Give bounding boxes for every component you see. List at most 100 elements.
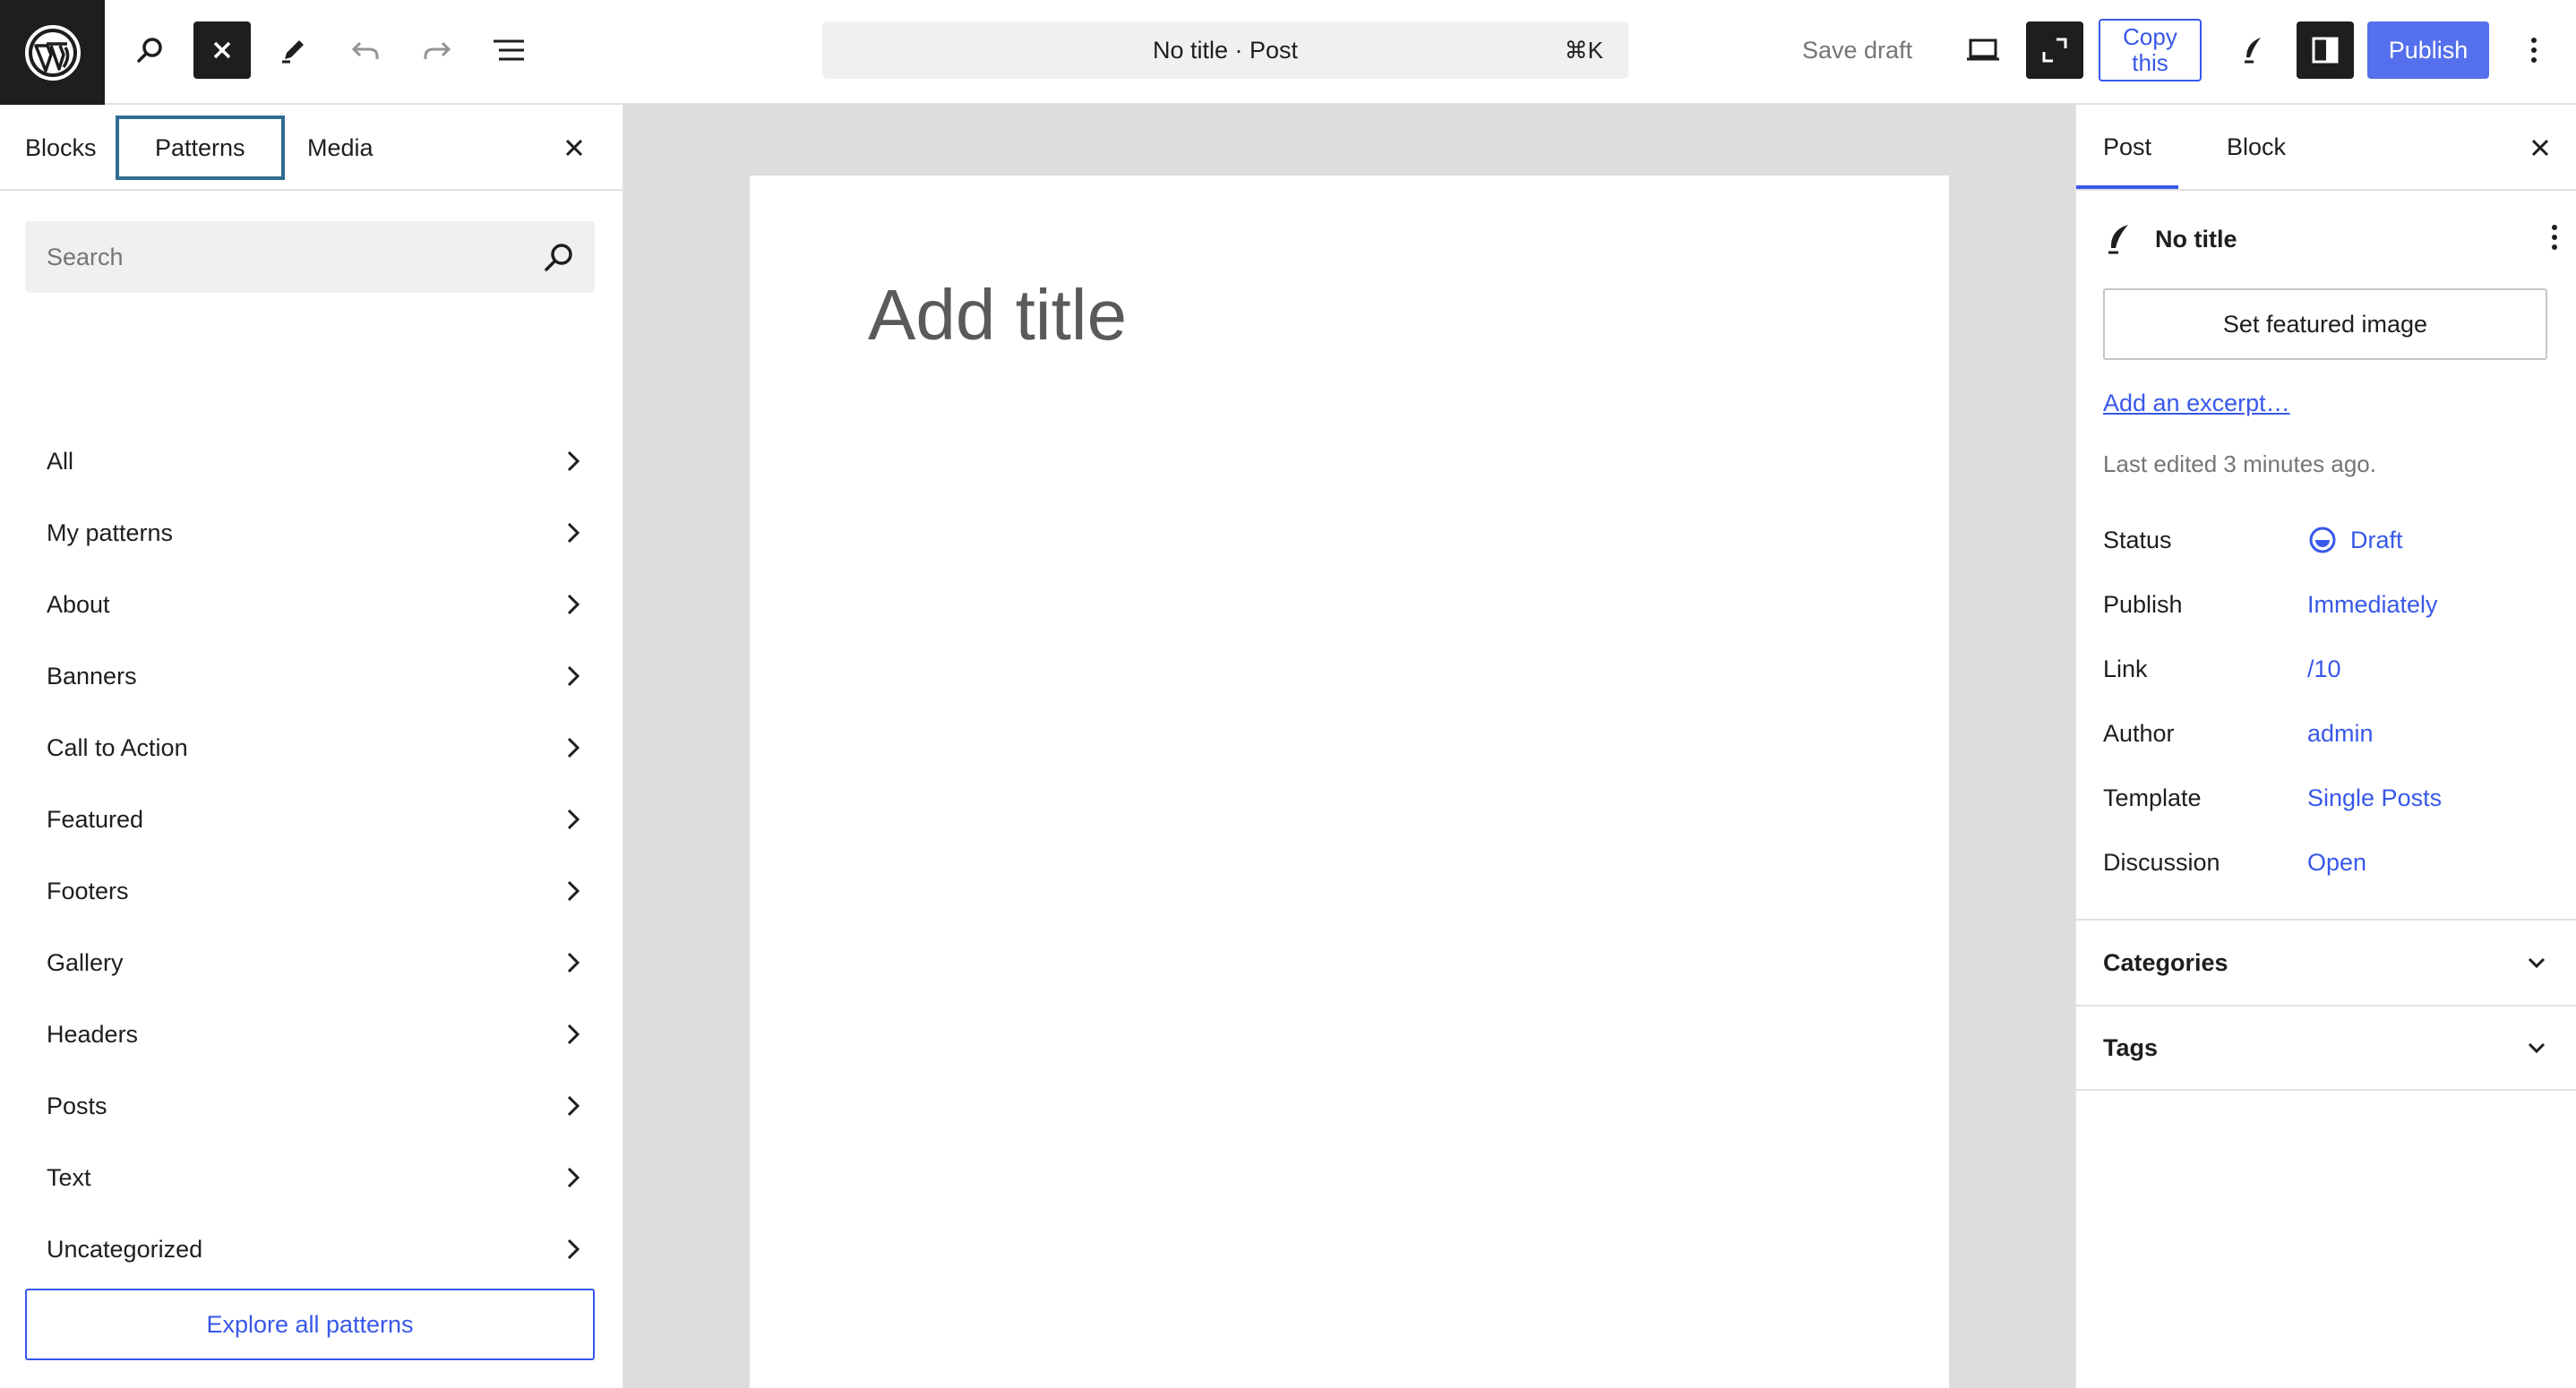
options-button[interactable] — [2505, 21, 2563, 79]
chevron-right-icon — [567, 1167, 580, 1188]
pencil-icon — [282, 40, 304, 64]
chevron-right-icon — [567, 880, 580, 902]
chevron-right-icon — [567, 952, 580, 973]
discussion-button[interactable]: Open — [2307, 849, 2366, 877]
category-label: Text — [47, 1163, 91, 1191]
redo-button[interactable] — [408, 21, 466, 79]
category-label: Posts — [47, 1092, 107, 1119]
category-label: Banners — [47, 662, 137, 690]
document-title: No title · Post — [1152, 36, 1299, 64]
tab-blocks[interactable]: Blocks — [14, 116, 107, 180]
tab-post[interactable]: Post — [2076, 105, 2179, 189]
category-featured[interactable]: Featured — [25, 787, 595, 852]
copy-this-button[interactable]: Copy this — [2099, 19, 2202, 81]
category-label: All — [47, 447, 74, 475]
chevron-right-icon — [567, 1095, 580, 1117]
meta-row-publish: Publish Immediately — [2103, 579, 2560, 630]
close-inserter-panel-button[interactable] — [553, 126, 596, 169]
category-headers[interactable]: Headers — [25, 1002, 595, 1067]
style-icon — [2245, 38, 2261, 64]
post-feather-icon — [2108, 225, 2128, 254]
category-about[interactable]: About — [25, 572, 595, 637]
category-call-to-action[interactable]: Call to Action — [25, 715, 595, 780]
settings-sidebar-button[interactable] — [2297, 21, 2354, 79]
explore-all-patterns-button[interactable]: Explore all patterns — [25, 1289, 595, 1360]
fullscreen-toggle-button[interactable] — [2026, 21, 2083, 79]
chevron-right-icon — [567, 1238, 580, 1260]
permalink-button[interactable]: /10 — [2307, 655, 2341, 683]
meta-row-status: Status Draft — [2103, 515, 2560, 565]
pattern-search — [25, 221, 595, 293]
list-view-button[interactable] — [480, 21, 537, 79]
chevron-down-icon — [2528, 1042, 2546, 1054]
block-inserter-panel: Blocks Patterns Media All My patterns Ab… — [0, 105, 624, 1388]
post-actions-button[interactable] — [2549, 221, 2560, 258]
tab-patterns[interactable]: Patterns — [116, 116, 285, 180]
wordpress-logo[interactable] — [0, 0, 105, 105]
chevron-right-icon — [567, 450, 580, 472]
chevron-right-icon — [567, 1024, 580, 1045]
post-document[interactable]: Add title — [750, 176, 1949, 1388]
inserter-tabs: Blocks Patterns Media — [0, 105, 623, 191]
tab-block[interactable]: Block — [2200, 105, 2313, 189]
save-draft-button[interactable]: Save draft — [1791, 21, 1923, 79]
undo-button[interactable] — [337, 21, 394, 79]
status-value-button[interactable]: Draft — [2307, 525, 2403, 555]
undo-icon — [351, 41, 379, 59]
author-button[interactable]: admin — [2307, 720, 2374, 748]
section-title: Tags — [2103, 1033, 2159, 1061]
category-all[interactable]: All — [25, 429, 595, 493]
close-icon — [565, 139, 583, 157]
category-label: Footers — [47, 877, 129, 904]
copy-this-label-2: this — [2132, 49, 2168, 76]
close-inserter-button[interactable] — [193, 21, 251, 79]
category-label: My patterns — [47, 518, 174, 546]
tags-panel-toggle[interactable]: Tags — [2076, 1005, 2576, 1091]
search-icon — [137, 38, 162, 63]
copy-this-label-1: Copy — [2123, 23, 2177, 50]
category-gallery[interactable]: Gallery — [25, 930, 595, 995]
category-label: Call to Action — [47, 733, 188, 761]
command-palette-bar[interactable]: No title · Post ⌘K — [822, 21, 1628, 79]
category-my-patterns[interactable]: My patterns — [25, 501, 595, 565]
editor-canvas: Add title — [624, 105, 2074, 1388]
preview-button[interactable] — [1954, 21, 2012, 79]
close-icon — [2531, 139, 2549, 157]
meta-row-discussion: Discussion Open — [2103, 837, 2560, 887]
category-text[interactable]: Text — [25, 1145, 595, 1210]
chevron-right-icon — [567, 594, 580, 615]
tab-media[interactable]: Media — [296, 116, 384, 180]
styles-button[interactable] — [2225, 21, 2282, 79]
wordpress-logo-icon — [24, 24, 81, 81]
add-excerpt-link[interactable]: Add an excerpt… — [2103, 390, 2290, 417]
meta-row-link: Link /10 — [2103, 644, 2560, 694]
category-banners[interactable]: Banners — [25, 644, 595, 708]
category-label: Headers — [47, 1020, 139, 1048]
editor-header: No title · Post ⌘K Save draft Copy this … — [0, 0, 2576, 105]
meta-value: Draft — [2350, 526, 2403, 553]
publish-date-button[interactable]: Immediately — [2307, 591, 2438, 619]
category-posts[interactable]: Posts — [25, 1074, 595, 1138]
set-featured-image-button[interactable]: Set featured image — [2103, 288, 2547, 360]
meta-label: Author — [2103, 719, 2175, 747]
tools-button[interactable] — [265, 21, 322, 79]
desktop-preview-icon — [1967, 39, 1999, 61]
close-sidebar-button[interactable] — [2519, 126, 2562, 169]
category-footers[interactable]: Footers — [25, 859, 595, 923]
close-icon — [213, 41, 231, 59]
redo-icon — [424, 41, 451, 59]
sidebar-toggle-icon — [2312, 37, 2339, 64]
post-title-label: No title — [2155, 225, 2237, 253]
meta-label: Template — [2103, 784, 2202, 811]
search-button[interactable] — [122, 21, 179, 79]
meta-label: Publish — [2103, 590, 2183, 618]
post-title-placeholder[interactable]: Add title — [868, 274, 1127, 356]
category-uncategorized[interactable]: Uncategorized — [25, 1217, 595, 1281]
pattern-search-input[interactable] — [25, 221, 509, 293]
draft-status-icon — [2309, 527, 2336, 553]
template-button[interactable]: Single Posts — [2307, 784, 2442, 812]
categories-panel-toggle[interactable]: Categories — [2076, 919, 2576, 1005]
publish-button[interactable]: Publish — [2367, 21, 2489, 79]
more-vertical-icon — [2531, 38, 2537, 63]
sidebar-tabs: Post Block — [2076, 105, 2576, 191]
